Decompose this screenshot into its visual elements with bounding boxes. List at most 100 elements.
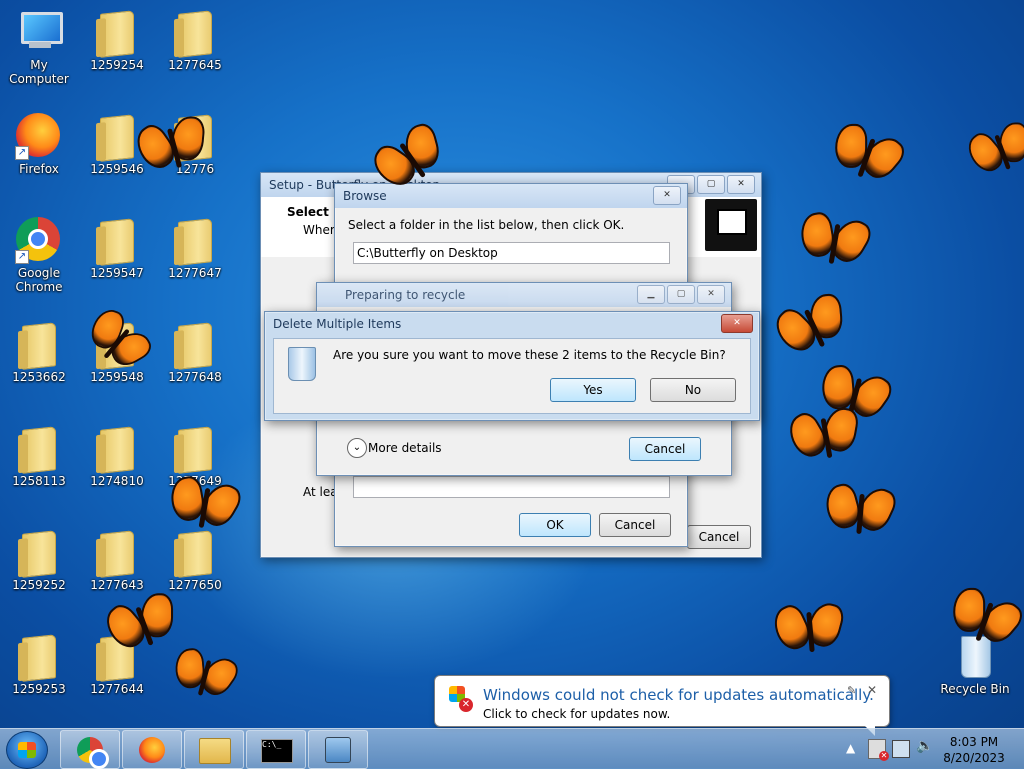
chevron-down-icon[interactable]: ⌄ (347, 438, 367, 458)
desktop-icon-folder[interactable]: 1274810 (78, 424, 156, 488)
desktop-icon-folder[interactable]: 1277647 (156, 216, 234, 280)
recycle-title: Preparing to recycle (345, 288, 466, 302)
update-notification-balloon[interactable]: ✕ Windows could not check for updates au… (434, 675, 890, 736)
windows-logo-icon (18, 742, 36, 758)
desktop-icon-label: 1253662 (12, 370, 66, 384)
close-button[interactable]: ✕ (727, 175, 755, 194)
desktop-icon-folder[interactable]: 1259254 (78, 8, 156, 72)
desktop-icon-firefox[interactable]: ↗ Firefox (0, 112, 78, 176)
delete-message: Are you sure you want to move these 2 it… (333, 348, 726, 362)
close-button[interactable]: ✕ (697, 285, 725, 304)
browse-title: Browse (343, 189, 387, 203)
desktop-icon-folder[interactable]: 1253662 (0, 320, 78, 384)
desktop-icon-folder[interactable]: 1277648 (156, 320, 234, 384)
desktop-icon-folder[interactable]: 1258113 (0, 424, 78, 488)
desktop-icon-chrome[interactable]: ↗ Google Chrome (0, 216, 78, 294)
network-icon[interactable] (892, 740, 910, 758)
folder-icon (93, 8, 141, 58)
butterfly-image (166, 474, 246, 541)
folder-icon (171, 216, 219, 266)
butterfly-image (767, 599, 849, 663)
desktop-icon-folder[interactable]: 1277643 (78, 528, 156, 592)
action-center-icon[interactable]: ✕ (868, 739, 889, 761)
more-details-link[interactable]: More details (368, 441, 442, 455)
butterfly-image (796, 210, 876, 277)
maximize-button[interactable]: ▢ (697, 175, 725, 194)
browse-folder-list[interactable] (353, 476, 670, 498)
folder-icon (171, 424, 219, 474)
start-button[interactable] (6, 731, 48, 769)
delete-items-dialog[interactable]: Delete Multiple Items ✕ Are you sure you… (264, 311, 760, 421)
folder-icon (171, 320, 219, 370)
desktop-icon-label: Google Chrome (15, 266, 63, 294)
folder-icon (199, 738, 231, 764)
taskbar: C:\_ ▲ ✕ 🔈 8:03 PM 8/20/2023 (0, 728, 1024, 769)
firefox-icon: ↗ (15, 112, 63, 160)
desktop-icon-label: 1277644 (90, 682, 144, 696)
taskbar-cmd[interactable]: C:\_ (246, 730, 306, 769)
delete-body: Are you sure you want to move these 2 it… (273, 338, 751, 414)
clock-time: 8:03 PM (949, 735, 999, 749)
desktop-icon-label: 1277647 (168, 266, 222, 280)
folder-icon (171, 8, 219, 58)
butterfly-image (782, 404, 867, 471)
browse-cancel-button[interactable]: Cancel (599, 513, 671, 537)
desktop-icon-label: 1259547 (90, 266, 144, 280)
desktop-icon-my-computer[interactable]: My Computer (0, 8, 78, 86)
desktop-icon-folder[interactable]: 1259252 (0, 528, 78, 592)
balloon-body[interactable]: Click to check for updates now. (483, 707, 670, 721)
windows-update-warning-icon: ✕ (449, 686, 473, 712)
desktop-icon-label: 1277645 (168, 58, 222, 72)
show-hidden-icons-button[interactable]: ▲ (846, 741, 855, 755)
close-button[interactable]: ✕ (653, 186, 681, 205)
firefox-icon (139, 737, 165, 763)
desktop-icon-label: 1277648 (168, 370, 222, 384)
desktop-icon-label: 1258113 (12, 474, 66, 488)
setup-icon (325, 737, 351, 763)
desktop-icon-label: Recycle Bin (940, 682, 1010, 696)
folder-icon (15, 424, 63, 474)
chrome-icon (77, 737, 109, 769)
desktop-icon-label: 1274810 (90, 474, 144, 488)
desktop-icon-label: 1259546 (90, 162, 144, 176)
desktop-icon-folder[interactable]: 1259547 (78, 216, 156, 280)
balloon-title[interactable]: Windows could not check for updates auto… (483, 686, 874, 704)
butterfly-image (821, 480, 901, 545)
minimize-button[interactable]: ▁ (637, 285, 665, 304)
desktop-icon-label: 1259254 (90, 58, 144, 72)
delete-titlebar[interactable]: Delete Multiple Items ✕ (265, 312, 759, 336)
no-button[interactable]: No (650, 378, 736, 402)
folder-icon (15, 528, 63, 578)
installer-icon (705, 199, 757, 251)
butterfly-image (961, 118, 1024, 187)
setup-cancel-button[interactable]: Cancel (687, 525, 751, 549)
desktop-icon-folder[interactable]: 1259253 (0, 632, 78, 696)
recycle-titlebar[interactable]: Preparing to recycle ▁ ▢ ✕ (317, 283, 731, 307)
maximize-button[interactable]: ▢ (667, 285, 695, 304)
yes-button[interactable]: Yes (550, 378, 636, 402)
browse-path-input[interactable]: C:\Butterfly on Desktop (353, 242, 670, 264)
desktop-icon-label: 1259252 (12, 578, 66, 592)
close-icon[interactable]: ✕ (867, 683, 877, 697)
folder-icon (93, 424, 141, 474)
desktop-icon-label: 1259253 (12, 682, 66, 696)
clock-date: 8/20/2023 (943, 751, 1005, 765)
taskbar-setup[interactable] (308, 730, 368, 769)
computer-icon (15, 8, 63, 56)
browse-titlebar[interactable]: Browse ✕ (335, 184, 687, 208)
taskbar-firefox[interactable] (122, 730, 182, 769)
browse-ok-button[interactable]: OK (519, 513, 591, 537)
clock[interactable]: 8:03 PM 8/20/2023 (936, 734, 1012, 766)
recycle-cancel-button[interactable]: Cancel (629, 437, 701, 461)
folder-icon (93, 528, 141, 578)
desktop-icon-label: Firefox (19, 162, 59, 176)
browse-instruction: Select a folder in the list below, then … (348, 218, 625, 232)
close-button[interactable]: ✕ (721, 314, 753, 333)
folder-icon (15, 632, 63, 682)
taskbar-explorer[interactable] (184, 730, 244, 769)
taskbar-chrome[interactable] (60, 730, 120, 769)
volume-muted-icon[interactable]: 🔈 (916, 738, 933, 754)
options-icon[interactable]: ✎ (847, 684, 856, 697)
delete-title: Delete Multiple Items (273, 317, 402, 331)
desktop-icon-folder[interactable]: 1277645 (156, 8, 234, 72)
